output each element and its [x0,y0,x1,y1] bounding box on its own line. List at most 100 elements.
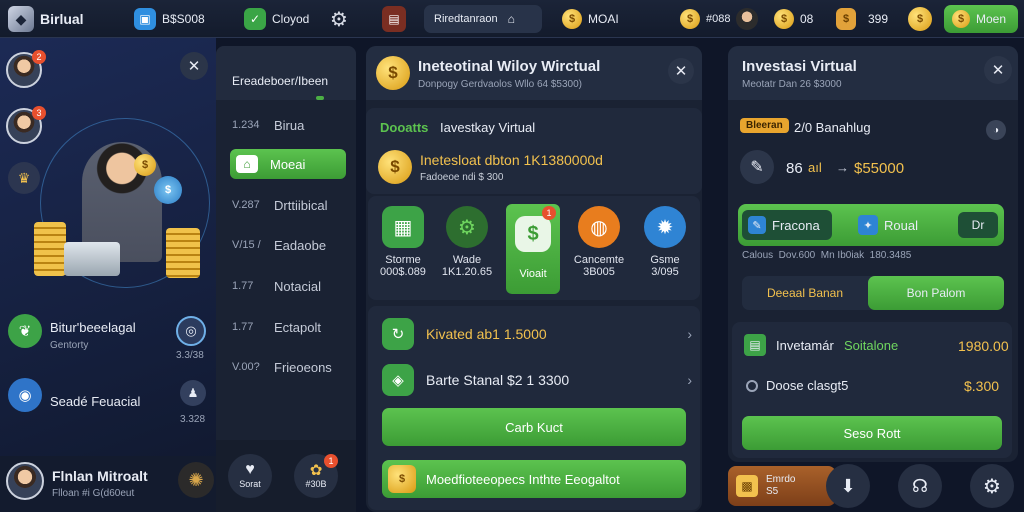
user-profile[interactable]: Flnlan Mitroalt Flloan #i G(d60eut ✺ [0,456,216,512]
promo-label: Riredtanraon [434,13,498,25]
tile-wade[interactable]: ⚙ Wade 1K1.20.65 [436,200,498,296]
tab-bon-active[interactable]: Bon Palom [868,276,1004,310]
right-tag-text: 2/0 Banahlug [794,120,871,135]
sidebar-item-5-num: 1.77 [232,280,254,292]
right-subtitle: Meotatr Dan 26 $3000 [742,79,842,90]
coin-stack-icon: $ [680,9,700,29]
wallet-round-button[interactable]: ☊ [898,464,942,508]
sidebar-item-7[interactable]: V.00? Frieoeons [230,352,344,382]
tile-storme[interactable]: ▦ Storme 000$.089 [372,200,434,296]
sidebar-item-2-active[interactable]: ⌂ Moeai [230,149,346,179]
user-settings-icon[interactable]: ✺ [178,462,214,498]
pill-end[interactable]: Dr [958,212,998,238]
coin-label: MOAI [588,12,619,26]
secondary-action-button[interactable]: $ Moedfioteeopecs Inthte Eeogaltot [382,460,686,498]
calculator-icon: ▦ [382,206,424,248]
tile-cancemte[interactable]: ◍ Cancemte 3B005 [568,200,630,296]
left-item-1[interactable]: ❦ Bitur'beeelagal Gentorty ◎ 3.3/38 [6,314,210,362]
summary-coin-icon: $ [378,150,412,184]
left-item-1-sub: Gentorty [50,340,89,351]
pill-left-label: Fracona [772,217,820,233]
investment-summary: Dooatts Iavestkay Virtual $ Inetesloat d… [366,108,702,194]
coin-count-chip[interactable]: $ #088 [680,5,759,33]
top-bar: ◆ Birlual ▣ B$S008 ✓ Cloyod ⚙ ▤ Riredtan… [0,0,1024,38]
price-arrow-icon: → [836,160,849,175]
menu-label: Moen [976,12,1007,26]
right-info-icon[interactable]: ◑ [986,120,1006,140]
right-action-button[interactable]: Seso Rott [742,416,1002,450]
chat-icon: ◉ [8,378,42,412]
gems-chip[interactable]: $ 08 [774,5,813,33]
dose-label: Doose clasgt5 [766,378,849,393]
summary-amount: Inetesloat dbton 1K1380000d [420,152,603,168]
bonus-coin-icon: $ [908,7,932,31]
sidebar-item-4[interactable]: V/15 / Eadaobe [230,230,344,260]
coin-stack-left [34,222,66,276]
sidebar-item-6[interactable]: 1.77 Ectapolt [230,312,344,342]
sidebar-item-2-label: Moeai [270,156,306,172]
trophy-small-icon: ♟ [180,380,206,406]
sidebar-item-7-num: V.00? [232,361,260,373]
bottom-gear-icon: ⚙ [983,475,1001,498]
invest-icon: ▤ [744,334,766,356]
balance-chip[interactable]: ▣ B$S008 [134,5,205,33]
user-name: Flnlan Mitroalt [52,468,148,484]
sidebar-item-1-label: Birua [274,117,305,133]
list-row-2[interactable]: ◈ Barte Stanal $2 1 3300 › [382,364,692,396]
app-name: Birlual [40,11,84,27]
sidebar-gift-badge: 1 [324,454,338,468]
menu-button[interactable]: $ Moen [944,5,1018,33]
tab-deeaal[interactable]: Deeaal Banan [742,276,868,310]
settings-button[interactable]: ⚙ [330,5,348,33]
list-row-1[interactable]: ↻ Kivated ab1 1.5000 › [382,318,692,350]
invest-label-green: Soitalone [844,338,899,353]
tile-cancemte-name: Cancemte [573,254,625,266]
right-invest-card: ▤ Invetamár Soitalone 1980.00 Doose clas… [732,322,1012,458]
menu-coin-icon: $ [952,10,970,28]
right-close-button[interactable]: ✕ [984,56,1012,84]
list-row-1-label: Kivated ab1 1.5000 [426,326,547,342]
app-brand[interactable]: ◆ Birlual [8,5,84,33]
left-close-button[interactable]: ✕ [180,52,208,80]
tickets-chip[interactable]: $ 399 [836,5,888,33]
sidebar-header-label: Ereadeboer/Ibeen [232,74,329,88]
cog-icon: ⚙ [446,206,488,248]
home-tab-icon: ⌂ [236,155,258,173]
chevron-right-icon-2: › [687,372,692,388]
bottom-tag-text: Emrdo S5 [766,474,795,498]
globe-icon: ◎ [176,316,206,346]
right-tabs: Deeaal Banan Bon Palom [742,276,1004,310]
download-button[interactable]: ⬇ [826,464,870,508]
sidebar-item-1[interactable]: 1.234 Birua [230,110,344,140]
sidebar-item-5[interactable]: 1.77 Notacial [230,271,344,301]
bottom-settings-button[interactable]: ⚙ [970,464,1014,508]
pill-end-label: Dr [971,218,985,232]
user-avatar [6,462,44,500]
left-item-2[interactable]: ◉ Seadé Feuacial ♟ 3.328 [6,378,210,426]
sidebar-item-3-label: Drttiibical [274,197,328,213]
book-button[interactable]: ▤ [382,5,406,33]
center-close-button[interactable]: ✕ [668,58,694,84]
sidebar-heart-button[interactable]: ♥ Sorat [228,454,272,498]
sidebar-header: Ereadeboer/Ibeen [216,46,356,100]
bottom-tag-button[interactable]: ▩ Emrdo S5 [728,466,836,506]
brand-chip[interactable]: ✓ Cloyod [244,5,309,33]
chevron-right-icon: › [687,326,692,342]
coin-chip[interactable]: $ MOAI [562,5,619,33]
profile-avatar-icon [736,8,759,30]
right-header: Investasi Virtual Meotatr Dan 26 $3000 ✕ [728,46,1018,100]
promo-chip[interactable]: Riredtanraon ⌂ [424,5,542,33]
main-action-button[interactable]: Carb Kuct [382,408,686,446]
tile-storme-name: Storme [385,254,421,266]
bonus-coin-button[interactable]: $ [908,5,932,33]
pill-left[interactable]: ✎ Fracona [742,210,832,240]
refresh-icon: ↻ [382,318,414,350]
pill-right[interactable]: ✦ Roual [858,210,938,240]
tickets-count: 399 [868,12,889,26]
tile-gsme[interactable]: ✹ Gsme 3/095 [634,200,696,296]
price-right: $55000 [854,160,905,177]
sidebar-item-3[interactable]: V.287 Drttiibical [230,190,344,220]
secondary-action-label: Moedfioteeopecs Inthte Eeogaltot [426,471,620,487]
tile-wade-name: Wade [452,254,482,266]
radio-icon[interactable] [746,380,758,392]
